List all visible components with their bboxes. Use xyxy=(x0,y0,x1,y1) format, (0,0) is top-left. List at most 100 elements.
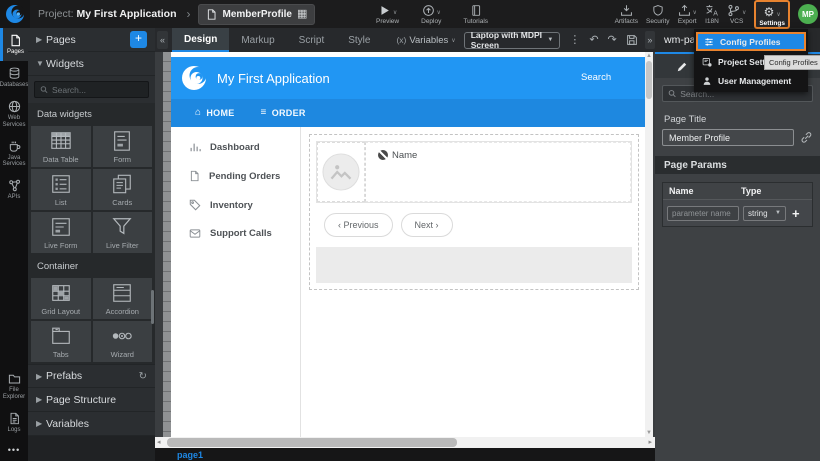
wavemaker-logo-icon[interactable] xyxy=(0,0,30,28)
sliders-icon xyxy=(704,37,714,47)
tab-design[interactable]: Design xyxy=(172,28,229,52)
deploy-button[interactable]: ∨ Deploy xyxy=(421,0,441,25)
add-page-button[interactable]: + xyxy=(130,31,147,48)
widget-data-table[interactable]: Data Table xyxy=(31,126,91,167)
more-options-kebab-icon[interactable]: ⋮ xyxy=(569,35,580,46)
rail-item-file-explorer[interactable]: File Explorer xyxy=(0,366,28,406)
menu-item-inventory[interactable]: Inventory xyxy=(171,199,300,211)
device-selector[interactable]: Laptop with MDPI Screen ▼ xyxy=(464,32,561,49)
chevron-down-icon[interactable]: ∨ xyxy=(742,9,746,16)
param-type-select[interactable]: string ▼ xyxy=(743,206,786,221)
edit-properties-tab[interactable] xyxy=(667,53,697,79)
canvas-vertical-scrollbar[interactable]: ▲ ▼ xyxy=(645,52,653,437)
prefabs-section-header[interactable]: ▶ Prefabs ↻ xyxy=(28,364,155,388)
app-search-box[interactable]: Search xyxy=(581,67,641,100)
page-params-header: Page Params xyxy=(655,156,820,174)
translate-icon: A xyxy=(705,4,719,17)
download-tray-icon xyxy=(620,4,633,17)
horizontal-scroll-thumb[interactable] xyxy=(167,438,457,447)
collapse-right-panel-button[interactable]: » xyxy=(645,31,655,49)
page-structure-section-header[interactable]: ▶ Page Structure xyxy=(28,388,155,412)
variables-section-header[interactable]: ▶ Variables xyxy=(28,412,155,436)
vcs-button[interactable]: ∨ VCS xyxy=(727,0,746,25)
profile-card[interactable]: Name xyxy=(316,141,632,203)
widget-accordion[interactable]: Accordion xyxy=(93,278,153,319)
tab-markup[interactable]: Markup xyxy=(229,28,286,52)
scroll-up-arrow[interactable]: ▲ xyxy=(645,52,653,60)
widget-wizard[interactable]: Wizard xyxy=(93,321,153,362)
rail-item-logs[interactable]: Logs xyxy=(0,406,28,439)
bind-link-icon[interactable] xyxy=(800,131,813,144)
widget-grid-layout[interactable]: Grid Layout xyxy=(31,278,91,319)
nav-home[interactable]: ⌂ HOME xyxy=(195,108,235,118)
scroll-down-arrow[interactable]: ▼ xyxy=(645,429,653,437)
widget-tabs[interactable]: Tabs xyxy=(31,321,91,362)
rail-more-button[interactable]: ••• xyxy=(0,439,28,461)
collapse-left-panel-button[interactable]: « xyxy=(157,31,168,49)
menu-item-user-management[interactable]: User Management xyxy=(696,72,806,89)
widgets-section-header[interactable]: ▼ Widgets xyxy=(28,52,155,76)
page-switcher-icon[interactable]: ▦ xyxy=(297,9,307,20)
i18n-button[interactable]: A I18N xyxy=(705,0,719,25)
settings-button[interactable]: ⚙∨ Settings xyxy=(759,2,785,27)
menu-item-support-calls[interactable]: Support Calls xyxy=(171,228,300,239)
widget-cards[interactable]: Cards xyxy=(93,169,153,210)
widget-search-input[interactable] xyxy=(52,85,143,95)
app-nav-bar: ⌂ HOME ≡ ORDER xyxy=(171,99,645,127)
chevron-down-icon[interactable]: ∨ xyxy=(776,11,780,18)
export-button[interactable]: ∨ Export xyxy=(678,0,697,25)
menu-item-config-profiles[interactable]: Config Profiles xyxy=(696,32,806,51)
tab-style[interactable]: Style xyxy=(336,28,382,52)
content-container[interactable]: Name ‹ Previous Next › xyxy=(309,134,639,290)
name-cell[interactable]: Name xyxy=(365,142,631,202)
widget-live-form[interactable]: Live Form xyxy=(31,212,91,253)
container-footer[interactable] xyxy=(316,247,632,283)
page-title-input[interactable] xyxy=(662,129,794,146)
rail-item-web-services[interactable]: Web Services xyxy=(0,94,28,134)
undo-icon[interactable]: ↶ xyxy=(589,35,598,46)
chevron-down-icon[interactable]: ∨ xyxy=(393,9,397,16)
widget-live-filter[interactable]: Live Filter xyxy=(93,212,153,253)
widget-form[interactable]: Form xyxy=(93,126,153,167)
redo-icon[interactable]: ↷ xyxy=(608,35,617,46)
scroll-left-arrow[interactable]: ◂ xyxy=(157,437,161,448)
chevron-down-icon[interactable]: ∨ xyxy=(693,9,697,16)
chevron-down-icon[interactable]: ∨ xyxy=(437,9,441,16)
next-button[interactable]: Next › xyxy=(401,213,453,237)
refresh-icon[interactable]: ↻ xyxy=(139,371,147,382)
chevron-right-icon: ▶ xyxy=(36,395,46,404)
app-header[interactable]: My First Application Search xyxy=(171,57,645,99)
canvas-horizontal-scrollbar[interactable]: ◂ ▸ xyxy=(155,437,655,448)
rail-item-databases[interactable]: Databases xyxy=(0,61,28,94)
left-panel-scrollbar[interactable] xyxy=(151,290,154,324)
file-tab-memberprofile[interactable]: MemberProfile ▦ xyxy=(198,4,315,25)
pages-section-header[interactable]: ▶ Pages + xyxy=(28,28,155,52)
picture-cell[interactable] xyxy=(317,142,365,202)
add-param-button[interactable]: + xyxy=(790,207,802,220)
previous-button[interactable]: ‹ Previous xyxy=(324,213,393,237)
artifacts-button[interactable]: Artifacts xyxy=(615,0,638,25)
status-page-tab[interactable]: page1 xyxy=(177,450,203,460)
nav-order[interactable]: ≡ ORDER xyxy=(261,108,306,118)
page-params-table: Name Type string ▼ + xyxy=(662,182,813,227)
menu-item-dashboard[interactable]: Dashboard xyxy=(171,141,300,153)
rail-item-apis[interactable]: APIs xyxy=(0,173,28,206)
param-name-input[interactable] xyxy=(667,206,739,221)
tab-script[interactable]: Script xyxy=(287,28,337,52)
security-button[interactable]: Security xyxy=(646,0,669,25)
user-avatar[interactable]: MP xyxy=(798,4,818,24)
design-canvas: My First Application Search ⌂ HOME ≡ ORD… xyxy=(155,52,655,437)
preview-button[interactable]: ∨ Preview xyxy=(376,0,399,25)
save-icon[interactable] xyxy=(626,34,638,46)
folder-icon xyxy=(8,372,21,385)
tutorials-button[interactable]: Tutorials xyxy=(463,0,488,25)
scroll-right-arrow[interactable]: ▸ xyxy=(648,437,652,448)
menu-item-pending-orders[interactable]: Pending Orders xyxy=(171,170,300,182)
vertical-scroll-thumb[interactable] xyxy=(646,61,652,99)
rail-item-pages[interactable]: Pages xyxy=(0,28,28,61)
envelope-icon xyxy=(189,228,201,239)
rail-item-java-services[interactable]: Java Services xyxy=(0,134,28,174)
widget-list[interactable]: List xyxy=(31,169,91,210)
variables-button[interactable]: (x) Variables ∨ xyxy=(396,35,455,46)
cards-icon xyxy=(110,173,134,195)
